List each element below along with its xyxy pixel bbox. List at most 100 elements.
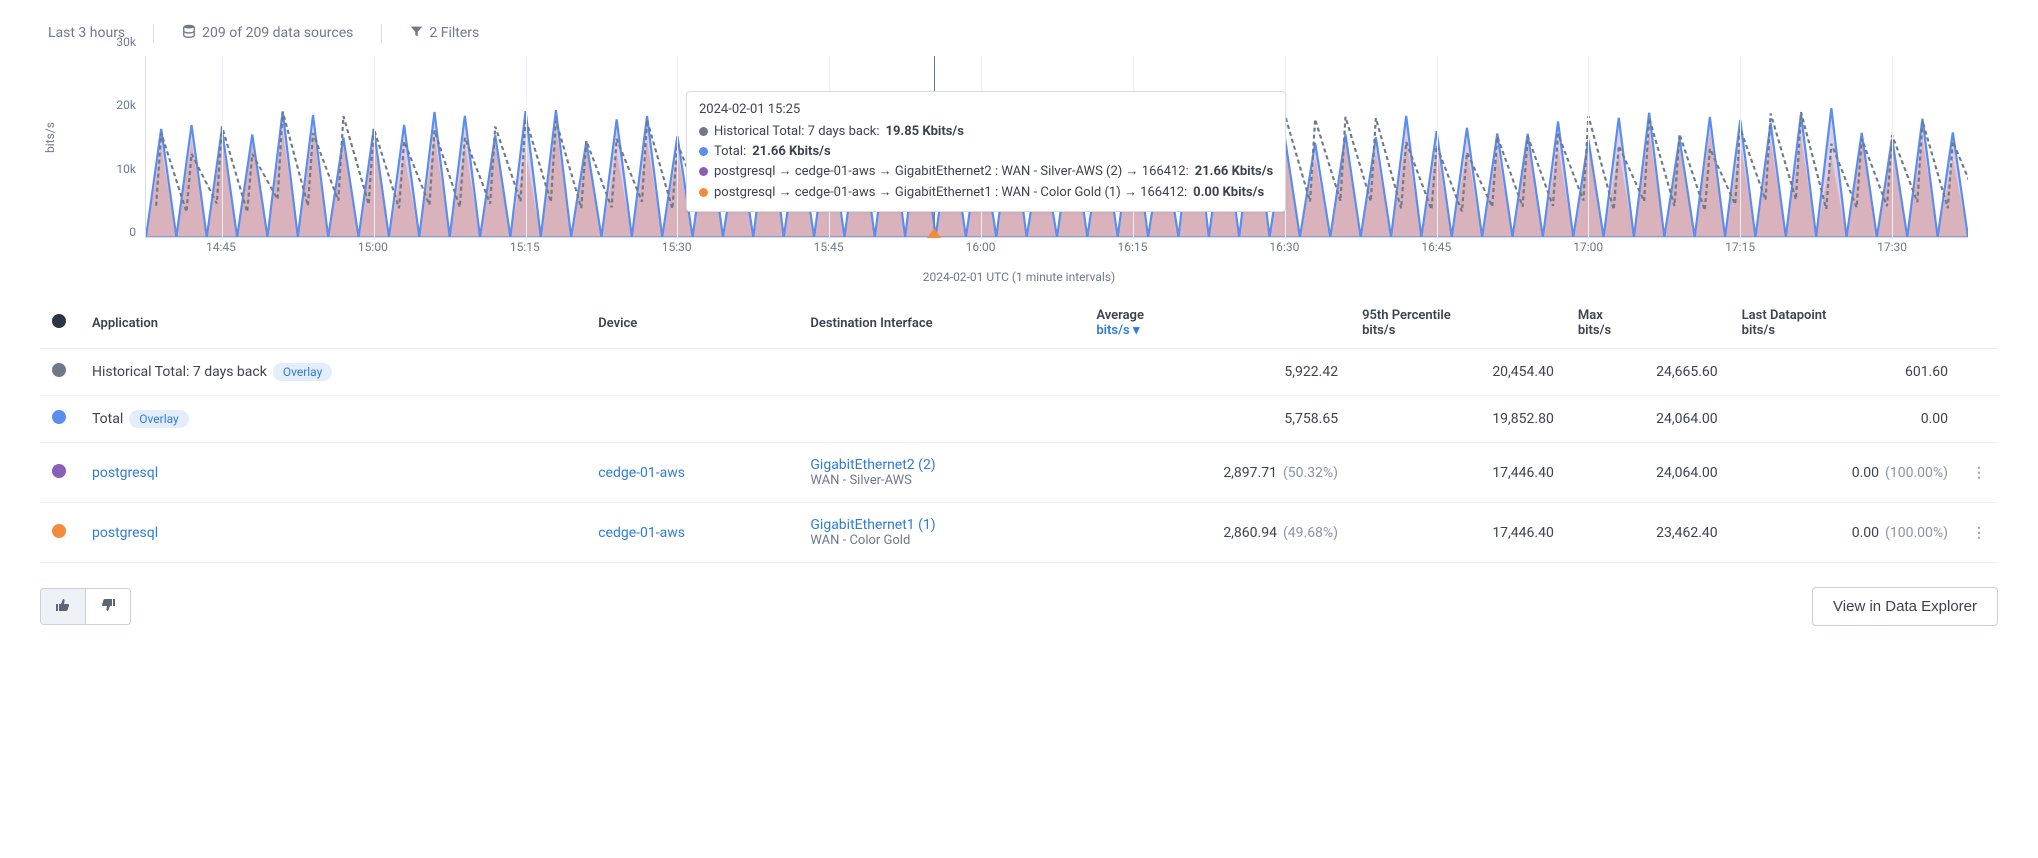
avg-value: 2,897.71 xyxy=(1223,465,1277,481)
series-color-icon xyxy=(699,147,708,156)
tooltip-row: Historical Total: 7 days back: 19.85 Kbi… xyxy=(699,122,1273,142)
avg-value: 5,758.65 xyxy=(1284,411,1338,427)
x-axis-ticks: 14:45 15:00 15:15 15:30 15:45 16:00 16:15 16:30… xyxy=(145,240,1968,258)
device-link[interactable]: cedge-01-aws xyxy=(598,525,685,541)
tooltip-label: postgresql → cedge-01-aws → GigabitEther… xyxy=(714,183,1187,203)
x-tick: 16:00 xyxy=(966,240,996,254)
col-application[interactable]: Application xyxy=(80,298,586,349)
y-tick: 30k xyxy=(116,35,136,49)
x-tick: 15:15 xyxy=(510,240,540,254)
row-menu-button[interactable]: ⋮ xyxy=(1972,465,1986,481)
y-tick: 20k xyxy=(116,98,136,112)
y-axis-ticks: 010k20k30k xyxy=(95,56,140,246)
table-row: Total Overlay 5,758.65 19,852.8024,064.00 0.… xyxy=(40,396,1998,443)
traffic-chart[interactable]: bits/s 010k20k30k 2024-02-01 15:25 Histo… xyxy=(40,56,1998,286)
avg-pct: (50.32%) xyxy=(1283,465,1338,481)
table-row: Historical Total: 7 days backOverlay5,92… xyxy=(40,349,1998,396)
filter-icon xyxy=(410,25,423,42)
tooltip-row: postgresql → cedge-01-aws → GigabitEther… xyxy=(699,183,1273,203)
x-tick: 16:30 xyxy=(1269,240,1299,254)
p95-value: 19,852.80 xyxy=(1350,396,1566,443)
x-tick: 15:30 xyxy=(662,240,692,254)
x-axis-label: 2024-02-01 UTC (1 minute intervals) xyxy=(923,270,1115,284)
tooltip-label: postgresql → cedge-01-aws → GigabitEther… xyxy=(714,162,1189,182)
x-tick: 17:00 xyxy=(1573,240,1603,254)
col-average[interactable]: Average bits/s ▾ xyxy=(1084,298,1350,349)
table-row: postgresql cedge-01-aws GigabitEthernet1 (… xyxy=(40,503,1998,563)
filters-label: 2 Filters xyxy=(429,25,479,41)
chart-plot-area[interactable]: 2024-02-01 15:25 Historical Total: 7 day… xyxy=(145,56,1968,238)
header-swatch xyxy=(52,314,66,328)
tooltip-value: 0.00 Kbits/s xyxy=(1193,183,1264,203)
tooltip-row: Total: 21.66 Kbits/s xyxy=(699,142,1273,162)
feedback-buttons xyxy=(40,588,131,625)
thumbs-down-icon xyxy=(100,600,116,616)
x-tick: 14:45 xyxy=(206,240,236,254)
series-swatch xyxy=(52,524,66,538)
chart-cursor-marker xyxy=(927,228,941,238)
last-value: 0.00 xyxy=(1921,411,1948,427)
database-icon xyxy=(182,24,196,42)
thumbs-up-icon xyxy=(55,600,71,616)
thumbs-up-button[interactable] xyxy=(41,589,86,624)
last-pct: (100.00%) xyxy=(1885,465,1948,481)
col-device[interactable]: Device xyxy=(586,298,798,349)
data-sources-selector[interactable]: 209 of 209 data sources xyxy=(174,20,361,46)
application-name: Total xyxy=(92,411,123,427)
x-tick: 16:15 xyxy=(1118,240,1148,254)
tooltip-label: Historical Total: 7 days back: xyxy=(714,122,880,142)
series-color-icon xyxy=(699,188,708,197)
p95-value: 17,446.40 xyxy=(1350,503,1566,563)
avg-pct: (49.68%) xyxy=(1283,525,1338,541)
tooltip-label: Total: xyxy=(714,142,746,162)
last-value: 0.00 xyxy=(1852,465,1879,481)
dest-interface-link[interactable]: GigabitEthernet1 (1) xyxy=(810,517,1072,533)
divider xyxy=(381,24,382,42)
dest-interface-sub: WAN - Silver-AWS xyxy=(810,473,1072,488)
application-link[interactable]: postgresql xyxy=(92,465,158,481)
overlay-badge: Overlay xyxy=(129,410,188,428)
col-max[interactable]: Maxbits/s xyxy=(1566,298,1730,349)
max-value: 24,064.00 xyxy=(1566,396,1730,443)
series-swatch xyxy=(52,363,66,377)
application-link[interactable]: postgresql xyxy=(92,525,158,541)
series-swatch xyxy=(52,464,66,478)
results-table: Application Device Destination Interface… xyxy=(40,298,1998,563)
time-range-label: Last 3 hours xyxy=(48,25,125,41)
max-value: 23,462.40 xyxy=(1566,503,1730,563)
y-tick: 0 xyxy=(129,225,136,239)
series-color-icon xyxy=(699,127,708,136)
avg-value: 2,860.94 xyxy=(1223,525,1277,541)
last-value: 0.00 xyxy=(1852,525,1879,541)
dest-interface-sub: WAN - Color Gold xyxy=(810,533,1072,548)
y-axis-label: bits/s xyxy=(43,122,57,153)
tooltip-time: 2024-02-01 15:25 xyxy=(699,100,1273,120)
thumbs-down-button[interactable] xyxy=(86,589,130,624)
col-last[interactable]: Last Datapointbits/s xyxy=(1730,298,1960,349)
max-value: 24,665.60 xyxy=(1566,349,1730,396)
view-in-data-explorer-button[interactable]: View in Data Explorer xyxy=(1812,587,1998,626)
col-dest-if[interactable]: Destination Interface xyxy=(798,298,1084,349)
y-tick: 10k xyxy=(116,162,136,176)
toolbar: Last 3 hours 209 of 209 data sources 2 F… xyxy=(40,20,1998,46)
row-menu-button[interactable]: ⋮ xyxy=(1972,525,1986,541)
last-pct: (100.00%) xyxy=(1885,525,1948,541)
device-link[interactable]: cedge-01-aws xyxy=(598,465,685,481)
filters-selector[interactable]: 2 Filters xyxy=(402,21,487,46)
max-value: 24,064.00 xyxy=(1566,443,1730,503)
col-p95[interactable]: 95th Percentilebits/s xyxy=(1350,298,1566,349)
series-swatch xyxy=(52,410,66,424)
p95-value: 17,446.40 xyxy=(1350,443,1566,503)
series-color-icon xyxy=(699,167,708,176)
x-tick: 17:30 xyxy=(1877,240,1907,254)
x-tick: 15:00 xyxy=(358,240,388,254)
application-name: Historical Total: 7 days back xyxy=(92,364,267,380)
x-tick: 16:45 xyxy=(1421,240,1451,254)
table-row: postgresql cedge-01-aws GigabitEthernet2 (… xyxy=(40,443,1998,503)
data-sources-label: 209 of 209 data sources xyxy=(202,25,353,41)
dest-interface-link[interactable]: GigabitEthernet2 (2) xyxy=(810,457,1072,473)
x-tick: 17:15 xyxy=(1725,240,1755,254)
x-tick: 15:45 xyxy=(814,240,844,254)
last-value: 601.60 xyxy=(1905,364,1948,380)
p95-value: 20,454.40 xyxy=(1350,349,1566,396)
